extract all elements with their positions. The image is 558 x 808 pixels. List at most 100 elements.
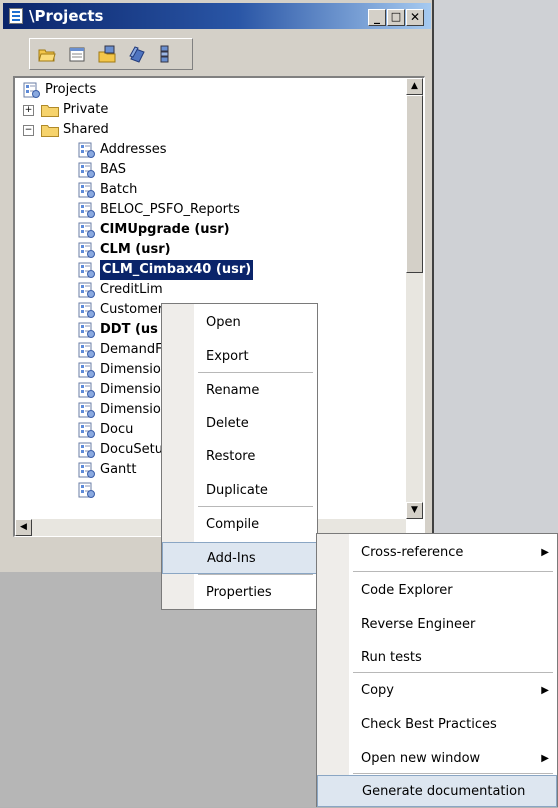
context-menu-item-add-ins[interactable]: Add-Ins: [162, 542, 317, 574]
context-menu-item-open[interactable]: Open: [162, 307, 317, 339]
project-node-icon: [78, 222, 95, 238]
menu-item-label: Run tests: [361, 650, 422, 665]
tree-item-label: Gantt: [100, 462, 137, 477]
menu-item-label: Duplicate: [206, 483, 268, 498]
project-node-icon: [78, 142, 95, 158]
close-button[interactable]: ✕: [406, 9, 424, 26]
tree-item-label: Addresses: [100, 142, 167, 157]
menu-item-label: Rename: [206, 383, 260, 398]
context-menu-item-delete[interactable]: Delete: [162, 408, 317, 440]
project-node-icon: [78, 182, 95, 198]
submenu-arrow-icon: ▶: [541, 685, 549, 696]
submenu-item-run-tests[interactable]: Run tests: [317, 642, 557, 674]
project-node-icon: [78, 462, 95, 478]
context-menu-item-restore[interactable]: Restore: [162, 441, 317, 473]
tree-item-label: CIMUpgrade (usr): [100, 222, 230, 237]
project-node-icon: [78, 162, 95, 178]
tree-item-label: CLM (usr): [100, 242, 171, 257]
submenu-arrow-icon: ▶: [541, 547, 549, 558]
title-bar[interactable]: \Projects _ □ ✕: [3, 3, 431, 29]
scroll-down-arrow-icon[interactable]: ▼: [406, 502, 423, 519]
menu-item-label: Compile: [206, 517, 260, 532]
vertical-scrollbar[interactable]: ▲ ▼: [406, 78, 423, 519]
tree-item-label: Projects: [45, 82, 97, 97]
tree-item-label: Customer: [100, 302, 164, 317]
project-node-icon: [78, 402, 95, 418]
submenu-item-check-best-practices[interactable]: Check Best Practices: [317, 709, 557, 741]
tree-item-label: Dimensior: [100, 382, 167, 397]
context-menu-item-compile[interactable]: Compile: [162, 509, 317, 541]
submenu-item-code-explorer[interactable]: Code Explorer: [317, 575, 557, 607]
project-node-icon: [78, 242, 95, 258]
menu-separator: [198, 506, 313, 507]
submenu-arrow-icon: ▶: [541, 753, 549, 764]
project-node-icon: [78, 262, 95, 278]
new-project-icon[interactable]: [68, 45, 86, 63]
project-node-icon: [78, 282, 95, 298]
project-node-icon: [78, 302, 95, 318]
menu-separator: [353, 773, 553, 774]
menu-item-label: Delete: [206, 416, 249, 431]
menu-separator: [353, 571, 553, 572]
project-node-icon: [78, 202, 95, 218]
context-menu-item-rename[interactable]: Rename: [162, 375, 317, 407]
project-node-icon: [78, 322, 95, 338]
maximize-button[interactable]: □: [387, 9, 405, 26]
tree-item-label: Batch: [100, 182, 138, 197]
project-node-icon: [78, 382, 95, 398]
project-node-icon: [78, 482, 95, 498]
scroll-up-arrow-icon[interactable]: ▲: [406, 78, 423, 95]
project-node-icon: [78, 442, 95, 458]
menu-item-label: Code Explorer: [361, 583, 453, 598]
menu-item-label: Reverse Engineer: [361, 617, 476, 632]
window-title: \Projects: [29, 7, 104, 25]
tree-item-label: CLM_Cimbax40 (usr): [98, 259, 255, 281]
menu-item-label: Add-Ins: [207, 551, 256, 566]
tree-item-label: DemandF: [100, 342, 163, 357]
context-menu-item-duplicate[interactable]: Duplicate: [162, 475, 317, 507]
submenu-item-copy[interactable]: Copy ▶: [317, 675, 557, 707]
submenu-item-open-new-window[interactable]: Open new window ▶: [317, 743, 557, 775]
tree-item-label: Docu: [100, 422, 134, 437]
menu-separator: [198, 372, 313, 373]
projects-window-icon: [9, 8, 23, 24]
context-menu-item-properties[interactable]: Properties: [162, 577, 317, 609]
scroll-left-arrow-icon[interactable]: ◀: [15, 519, 32, 536]
tree-item-label: Dimensior: [100, 362, 167, 377]
tree-item-label: DocuSetu: [100, 442, 163, 457]
project-node-icon: [78, 362, 95, 378]
menu-item-label: Open new window: [361, 751, 481, 766]
layers-icon[interactable]: [128, 45, 146, 63]
tree-item-label: CreditLim: [100, 282, 163, 297]
menu-separator: [353, 672, 553, 673]
minimize-button[interactable]: _: [368, 9, 386, 26]
folder-icon: [41, 105, 59, 117]
tree-item-label: Private: [63, 102, 109, 117]
tree-item-label: Dimensior: [100, 402, 167, 417]
compare-icon[interactable]: [156, 45, 174, 63]
menu-item-label: Open: [206, 315, 241, 330]
menu-item-label: Restore: [206, 449, 256, 464]
submenu-item-reverse-engineer[interactable]: Reverse Engineer: [317, 609, 557, 641]
tree-item-label: BAS: [100, 162, 127, 177]
menu-item-label: Export: [206, 349, 249, 364]
expander-icon[interactable]: −: [23, 125, 34, 136]
project-node-icon: [23, 82, 40, 98]
folder-icon: [41, 125, 59, 137]
tree-item-label: Shared: [63, 122, 109, 137]
import-icon[interactable]: [98, 45, 116, 63]
toolbar: [29, 38, 193, 70]
scroll-thumb[interactable]: [406, 95, 423, 273]
open-project-icon[interactable]: [38, 45, 56, 63]
submenu-item-generate-documentation[interactable]: Generate documentation: [317, 775, 557, 807]
menu-item-label: Check Best Practices: [361, 717, 497, 732]
project-node-icon: [78, 342, 95, 358]
project-node-icon: [78, 422, 95, 438]
context-menu-item-export[interactable]: Export: [162, 341, 317, 373]
menu-item-label: Generate documentation: [362, 784, 526, 799]
submenu-item-cross-reference[interactable]: Cross-reference ▶: [317, 537, 557, 569]
menu-item-label: Copy: [361, 683, 394, 698]
tree-item-label: BELOC_PSFO_Reports: [100, 202, 240, 217]
tree-item-label: DDT (us: [100, 322, 158, 337]
expander-icon[interactable]: +: [23, 105, 34, 116]
